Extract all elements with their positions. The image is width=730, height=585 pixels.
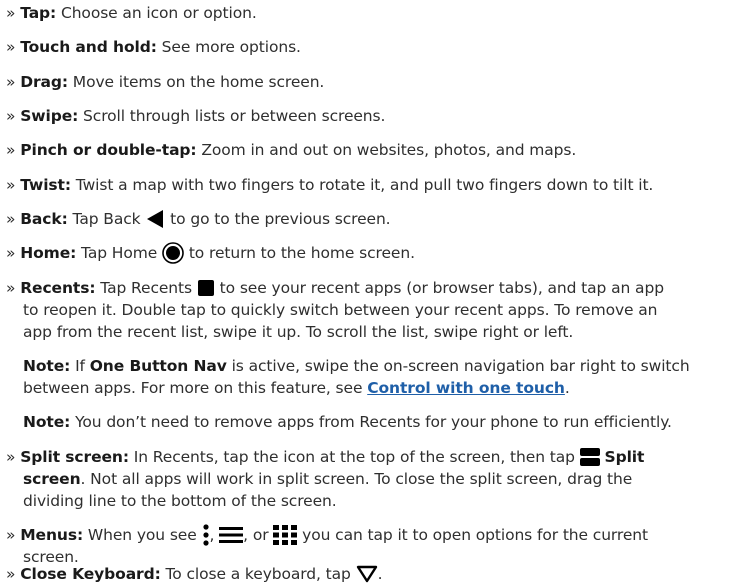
list-item-split-screen: » Split screen: In Recents, tap the icon… (6, 446, 730, 468)
split-term: Split (604, 448, 645, 466)
desc-home: Tap Home (76, 244, 162, 262)
list-item-touch-hold: » Touch and hold: See more options. (6, 36, 730, 58)
note-recents-efficiency: Note: You don’t need to remove apps from… (23, 411, 730, 433)
list-item-tap: » Tap: Choose an icon or option. (6, 2, 730, 24)
desc-home-end: to return to the home screen. (184, 244, 415, 262)
desc-back: Tap Back (67, 210, 146, 228)
note-label: Note: (23, 413, 71, 431)
term-touch-hold: Touch and hold: (20, 38, 157, 56)
desc-twist: Twist a map with two fingers to rotate i… (70, 176, 654, 194)
desc-menus: you can tap it to open options for the c… (297, 526, 649, 544)
term-split-screen: Split screen: (20, 448, 129, 466)
list-item-pinch: » Pinch or double-tap: Zoom in and out o… (6, 139, 730, 161)
desc-recents-2: to reopen it. Double tap to quickly swit… (23, 301, 658, 319)
bullet: » (6, 73, 16, 91)
recents-square-icon (197, 279, 214, 296)
term-menus: Menus: (20, 526, 84, 544)
term-swipe: Swipe: (20, 107, 79, 125)
note-text: between apps. For more on this feature, … (23, 379, 368, 397)
list-item-split-screen-line2: screen. Not all apps will work in split … (23, 468, 730, 490)
list-item-drag: » Drag: Move items on the home screen. (6, 71, 730, 93)
bullet: » (6, 176, 16, 194)
list-item-swipe: » Swipe: Scroll through lists or between… (6, 105, 730, 127)
note-one-button-nav-line2: between apps. For more on this feature, … (23, 377, 730, 399)
desc-touch-hold: See more options. (156, 38, 301, 56)
more-vert-icon (202, 523, 209, 546)
list-item-twist: » Twist: Twist a map with two fingers to… (6, 174, 730, 196)
bullet: » (6, 279, 16, 297)
desc-split: . Not all apps will work in split screen… (80, 470, 633, 488)
term-drag: Drag: (20, 73, 68, 91)
bullet: » (6, 210, 16, 228)
split-screen-icon (579, 447, 600, 466)
desc-close-keyboard: To close a keyboard, tap (160, 565, 356, 583)
note-one-button-nav: Note: If One Button Nav is active, swipe… (23, 355, 730, 377)
bullet: » (6, 4, 16, 22)
desc-back-end: to go to the previous screen. (165, 210, 391, 228)
note-text: If (70, 357, 90, 375)
help-page: » Tap: Choose an icon or option. » Touch… (0, 0, 730, 584)
term-close-keyboard: Close Keyboard: (20, 565, 161, 583)
note-text: You don’t need to remove apps from Recen… (70, 413, 672, 431)
term-home: Home: (20, 244, 77, 262)
split-term: screen (23, 470, 81, 488)
desc-close-keyboard-end: . (377, 565, 383, 583)
note-text: is active, swipe the on-screen navigatio… (226, 357, 690, 375)
desc-recents: Tap Recents (95, 279, 197, 297)
list-item-recents: » Recents: Tap Recents to see your recen… (6, 277, 730, 299)
term-twist: Twist: (20, 176, 71, 194)
back-triangle-icon (147, 209, 164, 228)
one-button-nav-term: One Button Nav (89, 357, 227, 375)
bullet: » (6, 107, 16, 125)
desc-pinch: Zoom in and out on websites, photos, and… (196, 141, 577, 159)
term-back: Back: (20, 210, 68, 228)
desc-menus: , or (243, 526, 274, 544)
list-item-menus: » Menus: When you see , , or you can tap… (6, 523, 730, 547)
hamburger-menu-icon (219, 526, 244, 543)
desc-menus: , (209, 526, 220, 544)
desc-menus: When you see (83, 526, 202, 544)
bullet: » (6, 244, 16, 262)
control-with-one-touch-link[interactable]: Control with one touch (367, 379, 565, 397)
home-circle-icon (162, 241, 184, 264)
term-recents: Recents: (20, 279, 96, 297)
keyboard-close-icon (356, 565, 377, 582)
desc-drag: Move items on the home screen. (67, 73, 325, 91)
term-pinch: Pinch or double-tap: (20, 141, 197, 159)
note-text: . (564, 379, 570, 397)
bullet: » (6, 565, 16, 583)
list-item-back: » Back: Tap Back to go to the previous s… (6, 208, 730, 230)
bullet: » (6, 38, 16, 56)
list-item-close-keyboard: » Close Keyboard: To close a keyboard, t… (6, 563, 730, 585)
bullet: » (6, 526, 16, 544)
desc-tap: Choose an icon or option. (56, 4, 257, 22)
desc-recents-1: to see your recent apps (or browser tabs… (214, 279, 664, 297)
list-item-home: » Home: Tap Home to return to the home s… (6, 241, 730, 265)
note-label: Note: (23, 357, 71, 375)
bullet: » (6, 448, 16, 466)
desc-split-3: dividing line to the bottom of the scree… (23, 492, 337, 510)
desc-recents-3: app from the recent list, swipe it up. T… (23, 323, 574, 341)
grid-menu-icon (273, 524, 298, 545)
bullet: » (6, 141, 16, 159)
term-tap: Tap: (20, 4, 57, 22)
desc-split: In Recents, tap the icon at the top of t… (128, 448, 580, 466)
desc-swipe: Scroll through lists or between screens. (78, 107, 386, 125)
